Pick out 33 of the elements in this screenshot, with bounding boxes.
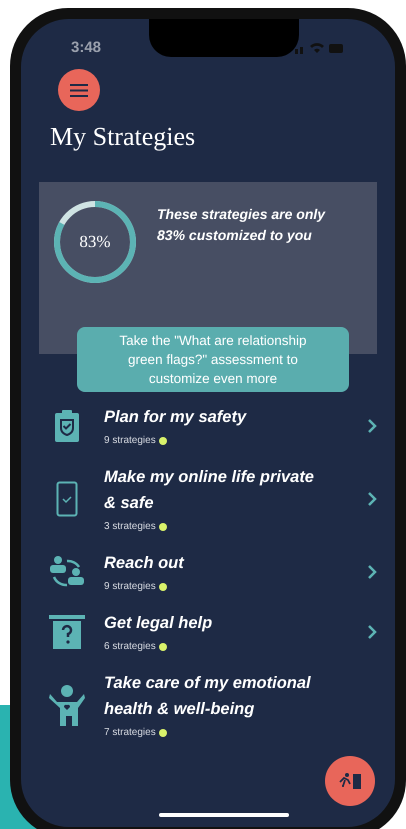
chevron-right-icon [367,564,377,580]
chevron-right-icon [367,491,377,507]
people-icon [49,555,85,589]
strategy-count: 9 strategies [104,434,156,448]
phone-icon [56,481,78,517]
category-title: Make my online life private & safe [104,467,315,514]
category-row[interactable]: Take care of my emotional health & well-being 7 strategies [21,670,395,740]
person-heart-icon [49,684,85,726]
strategy-count: 7 strategies [104,726,156,740]
menu-button[interactable] [58,69,100,111]
category-row[interactable]: Plan for my safety 9 strategies [21,404,395,448]
category-title: Take care of my emotional health & well-being [104,673,312,720]
chevron-right-icon [367,624,377,640]
strategy-count: 3 strategies [104,520,156,534]
question-box-icon [49,614,85,650]
category-title: Plan for my safety [104,407,248,428]
category-row[interactable]: Reach out 9 strategies [21,550,395,594]
status-time: 3:48 [71,38,102,58]
strategy-count: 6 strategies [104,640,156,654]
running-exit-icon [338,772,362,790]
menu-icon [70,84,88,96]
clipboard-icon [54,409,80,443]
category-title: Get legal help [104,613,214,634]
page-title: My Strategies [50,121,196,153]
progress-reading: 83% [79,231,111,254]
status-icons [295,42,345,54]
quick-exit-button[interactable] [325,756,375,806]
category-row[interactable]: Get legal help 6 strategies [21,610,395,654]
category-title: Reach out [104,553,186,574]
chevron-right-icon [367,418,377,434]
strategy-count: 9 strategies [104,580,156,594]
progress-message: These strategies are only 83% customized to you [157,205,326,245]
category-row[interactable]: Make my online life private & safe 3 strategies [21,464,395,534]
